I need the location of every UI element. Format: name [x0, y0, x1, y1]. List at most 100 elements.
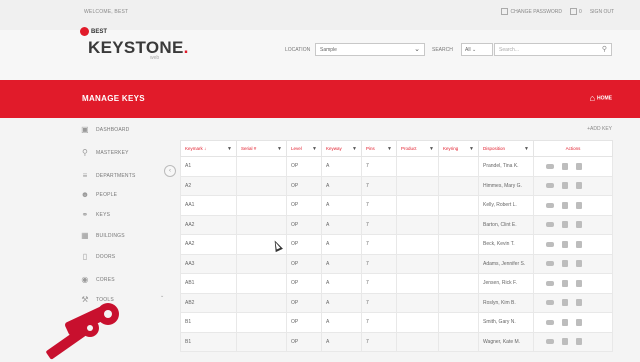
- edit-icon[interactable]: [562, 318, 568, 326]
- table-row[interactable]: AA2 OP A 7 Beck, Kevin T.: [180, 234, 613, 255]
- column-header-pins[interactable]: Pins ▼: [361, 140, 397, 157]
- sidebar-item-cores[interactable]: ◉ CORES: [80, 271, 115, 289]
- assign-key-icon[interactable]: [546, 300, 554, 306]
- assign-key-icon[interactable]: [546, 163, 554, 169]
- delete-icon[interactable]: [576, 201, 582, 209]
- location-select[interactable]: Sample ⌄: [315, 43, 425, 56]
- keystone-logo-subtitle: web: [150, 55, 160, 61]
- filter-icon[interactable]: ▼: [277, 146, 282, 152]
- delete-icon[interactable]: [576, 240, 582, 248]
- column-header-keyring[interactable]: Keyring ▼: [438, 140, 479, 157]
- edit-icon[interactable]: [562, 260, 568, 268]
- filter-icon[interactable]: ▼: [429, 146, 434, 152]
- keys-illustration-icon: [46, 303, 119, 360]
- column-header-keyway[interactable]: Keyway ▼: [321, 140, 362, 157]
- chevron-down-icon[interactable]: ⌄: [160, 293, 164, 299]
- delete-icon[interactable]: [576, 318, 582, 326]
- edit-icon[interactable]: [562, 162, 568, 170]
- delete-icon[interactable]: [576, 338, 582, 346]
- actions-cell: [533, 156, 613, 177]
- sidebar-item-keys[interactable]: ⚭ KEYS: [80, 206, 110, 224]
- row-actions: [538, 221, 612, 229]
- edit-icon[interactable]: [562, 201, 568, 209]
- messages-link[interactable]: 0: [570, 8, 582, 15]
- keymark-cell: B1: [180, 331, 237, 352]
- product-cell: [396, 292, 439, 313]
- edit-icon[interactable]: [562, 279, 568, 287]
- delete-icon[interactable]: [576, 299, 582, 307]
- keyring-cell: [438, 292, 479, 313]
- assign-key-icon[interactable]: [546, 339, 554, 345]
- change-password-link[interactable]: CHANGE PASSWORD: [501, 8, 562, 15]
- row-actions: [538, 299, 612, 307]
- search-filter-select[interactable]: All ⌄: [461, 43, 493, 56]
- column-header-product[interactable]: Product ▼: [396, 140, 439, 157]
- edit-icon[interactable]: [562, 221, 568, 229]
- filter-icon[interactable]: ▼: [524, 146, 529, 152]
- delete-icon[interactable]: [576, 182, 582, 190]
- table-header-row: Keymark ↓ ▼ Serial # ▼ Level ▼ Keyway ▼ Pins…: [180, 140, 613, 157]
- search-input[interactable]: Search... ⚲: [494, 43, 612, 56]
- assign-key-icon[interactable]: [546, 183, 554, 189]
- column-header-level[interactable]: Level ▼: [286, 140, 322, 157]
- column-header-serial[interactable]: Serial # ▼: [236, 140, 287, 157]
- table-row[interactable]: AB2 OP A 7 Roslyn, Kim B.: [180, 292, 613, 313]
- table-row[interactable]: A2 OP A 7 Himmes, Mary G.: [180, 175, 613, 196]
- table-row[interactable]: A1 OP A 7 Prandel, Tina K.: [180, 156, 613, 177]
- disposition-cell: Beck, Kevin T.: [478, 234, 534, 255]
- edit-icon[interactable]: [562, 338, 568, 346]
- table-row[interactable]: AA3 OP A 7 Adams, Jennifer S.: [180, 253, 613, 274]
- table-row[interactable]: AA1 OP A 7 Kelly, Robert L.: [180, 195, 613, 216]
- assign-key-icon[interactable]: [546, 202, 554, 208]
- people-icon: ☻: [80, 190, 90, 199]
- table-body: A1 OP A 7 Prandel, Tina K. A2 OP A 7 Himmes, Mary…: [180, 156, 613, 352]
- sidebar-item-buildings[interactable]: ▦ BUILDINGS: [80, 227, 125, 245]
- filter-icon[interactable]: ▼: [352, 146, 357, 152]
- filter-icon[interactable]: ▼: [469, 146, 474, 152]
- sidebar-item-doors[interactable]: ▯ DOORS: [80, 248, 115, 266]
- table-row[interactable]: AB1 OP A 7 Jensen, Rick F.: [180, 273, 613, 294]
- keyway-cell: A: [321, 214, 362, 235]
- assign-key-icon[interactable]: [546, 222, 554, 228]
- product-cell: [396, 175, 439, 196]
- filter-icon[interactable]: ▼: [312, 146, 317, 152]
- home-icon: ⌂: [589, 93, 595, 103]
- keyway-cell: A: [321, 234, 362, 255]
- level-cell: OP: [286, 273, 322, 294]
- row-actions: [538, 162, 612, 170]
- assign-key-icon[interactable]: [546, 261, 554, 267]
- table-row[interactable]: AA2 OP A 7 Barton, Clint E.: [180, 214, 613, 235]
- dashboard-icon: ▣: [81, 125, 89, 134]
- delete-icon[interactable]: [576, 260, 582, 268]
- assign-key-icon[interactable]: [546, 241, 554, 247]
- filter-icon[interactable]: ▼: [387, 146, 392, 152]
- serial-cell: [236, 156, 287, 177]
- sidebar-item-departments[interactable]: ≡ DEPARTMENTS: [80, 167, 136, 185]
- edit-icon[interactable]: [562, 240, 568, 248]
- sidebar-item-dashboard[interactable]: ▣ DASHBOARD: [80, 121, 129, 139]
- sidebar-item-people[interactable]: ☻ PEOPLE: [80, 186, 117, 204]
- add-key-button[interactable]: +ADD KEY: [587, 126, 612, 132]
- search-icon[interactable]: ⚲: [602, 45, 607, 53]
- assign-key-icon[interactable]: [546, 319, 554, 325]
- delete-icon[interactable]: [576, 221, 582, 229]
- column-header-keymark[interactable]: Keymark ↓ ▼: [180, 140, 237, 157]
- table-row[interactable]: B1 OP A 7 Wagner, Kate M.: [180, 331, 613, 352]
- product-cell: [396, 273, 439, 294]
- keystone-logo[interactable]: KEYSTONE.: [88, 38, 189, 58]
- disposition-cell: Wagner, Kate M.: [478, 331, 534, 352]
- edit-icon[interactable]: [562, 182, 568, 190]
- sidebar-collapse-button[interactable]: ‹: [164, 165, 176, 177]
- welcome-text: WELCOME, BEST: [84, 9, 129, 15]
- sign-out-link[interactable]: SIGN OUT: [590, 9, 614, 15]
- column-header-disposition[interactable]: Disposition ▼: [478, 140, 534, 157]
- filter-icon[interactable]: ▼: [227, 146, 232, 152]
- assign-key-icon[interactable]: [546, 280, 554, 286]
- delete-icon[interactable]: [576, 162, 582, 170]
- sidebar-item-masterkey[interactable]: ⚲ MASTERKEY: [80, 144, 129, 162]
- edit-icon[interactable]: [562, 299, 568, 307]
- home-link[interactable]: ⌂ HOME: [590, 93, 612, 103]
- keyway-cell: A: [321, 292, 362, 313]
- table-row[interactable]: B1 OP A 7 Smith, Gary N.: [180, 312, 613, 333]
- delete-icon[interactable]: [576, 279, 582, 287]
